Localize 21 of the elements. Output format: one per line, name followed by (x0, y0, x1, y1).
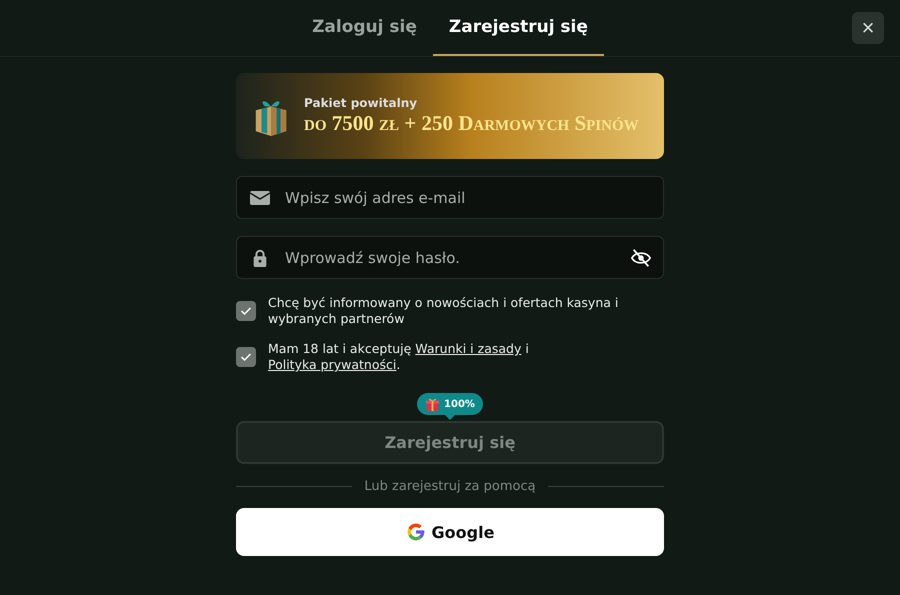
close-button[interactable]: × (852, 12, 884, 44)
consent-text: Chcę być informowany o nowościach i ofertach kasyna i wybranych partnerów (268, 295, 620, 327)
gift-icon (425, 396, 440, 412)
checkbox[interactable] (236, 301, 256, 321)
google-icon (406, 522, 426, 542)
email-field[interactable]: Wpisz swój adres e-mail (236, 176, 664, 219)
checkbox[interactable] (236, 347, 256, 367)
link[interactable]: Warunki i zasady (415, 341, 522, 356)
link[interactable]: Polityka prywatności (268, 357, 396, 372)
google-button[interactable]: Google (236, 508, 664, 556)
promo-subtitle: Pakiet powitalny (304, 96, 418, 110)
check-icon (240, 352, 252, 362)
consent-text: Mam 18 lat i akceptuję Warunki i zasady i Polityka prywatności. (268, 341, 530, 373)
divider-text: Lub zarejestruj za pomocą (364, 479, 536, 494)
tab[interactable]: Zaloguj się (296, 0, 433, 56)
check-icon (240, 306, 252, 316)
envelope-icon (250, 189, 270, 207)
eye-slash-icon[interactable] (630, 247, 652, 269)
tab[interactable]: Zarejestruj się (432, 0, 604, 56)
promo-title: do 7500 zł + 250 Darmowych Spinów (304, 110, 639, 136)
password-field[interactable]: Wprowadź swoje hasło. (236, 236, 664, 279)
